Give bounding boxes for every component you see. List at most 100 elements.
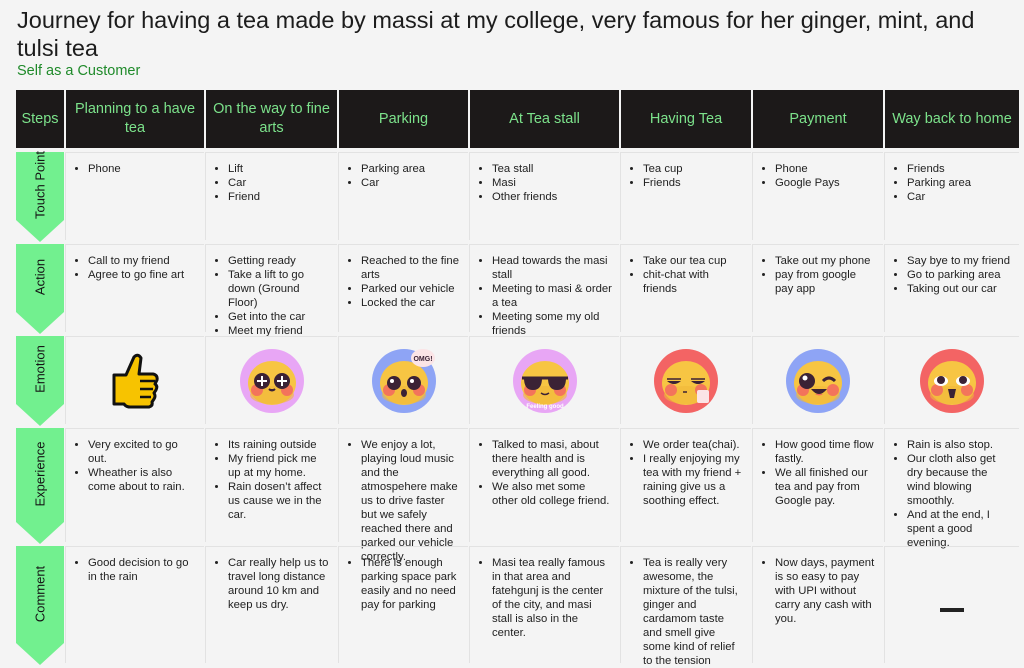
list-item: We all finished our tea and pay from Goo… bbox=[775, 466, 877, 508]
svg-text:Feeling good: Feeling good bbox=[526, 404, 564, 410]
comment-list: Tea is really very awesome, the mixture … bbox=[625, 556, 745, 668]
touch-point-cell: FriendsParking areaCar bbox=[884, 152, 1019, 240]
list-item: Meeting some my old friends bbox=[492, 310, 613, 338]
list-item: Taking out our car bbox=[907, 282, 1013, 296]
list-item: Friends bbox=[643, 176, 745, 190]
list-item: Parking area bbox=[907, 176, 1013, 190]
list-item: Friends bbox=[907, 162, 1013, 176]
comment-list: Good decision to go in the rain bbox=[70, 556, 198, 584]
list-item: Tea stall bbox=[492, 162, 613, 176]
experience-list: We order tea(chai).I really enjoying my … bbox=[625, 438, 745, 508]
row-label-text: Comment bbox=[32, 565, 48, 622]
touch-point-list: Phone bbox=[70, 162, 198, 176]
row-label-text: Emotion bbox=[32, 345, 48, 393]
row-label-comment: Comment bbox=[16, 546, 64, 663]
comment-cell: Car really help us to travel long distan… bbox=[205, 546, 337, 663]
list-item: My friend pick me up at my home. bbox=[228, 452, 331, 480]
list-item: Head towards the masi stall bbox=[492, 254, 613, 282]
emotion-cell bbox=[205, 336, 337, 424]
svg-text:OMG!: OMG! bbox=[413, 356, 432, 363]
steps-header: Steps bbox=[16, 90, 64, 148]
list-item: Lift bbox=[228, 162, 331, 176]
action-cell: Take our tea cupchit-chat with friends bbox=[620, 244, 751, 332]
journey-map-grid: Steps Planning to a have tea On the way … bbox=[16, 90, 1019, 667]
action-cell: Getting readyTake a lift to go down (Gro… bbox=[205, 244, 337, 337]
experience-list: Its raining outsideMy friend pick me up … bbox=[210, 438, 331, 522]
touch-point-cell: Parking areaCar bbox=[338, 152, 468, 240]
stage-header: On the way to fine arts bbox=[206, 90, 337, 148]
list-item: Car bbox=[907, 190, 1013, 204]
list-item: Phone bbox=[88, 162, 198, 176]
dash-mark bbox=[940, 608, 964, 612]
row-label-emotion: Emotion bbox=[16, 336, 64, 424]
row-label-action: Action bbox=[16, 244, 64, 332]
experience-cell: Talked to masi, about there health and i… bbox=[469, 428, 619, 542]
list-item: Phone bbox=[775, 162, 877, 176]
experience-cell: Rain is also stop.Our cloth also get dry… bbox=[884, 428, 1019, 549]
comment-list: Masi tea really famous in that area and … bbox=[474, 556, 613, 640]
list-item: Rain is also stop. bbox=[907, 438, 1013, 452]
list-item: Parking area bbox=[361, 162, 462, 176]
emotion-cell: Feeling good bbox=[469, 336, 619, 424]
experience-cell: Very excited to go out.Wheather is also … bbox=[65, 428, 204, 542]
surprised-omg-emoji-icon: OMG! bbox=[371, 348, 436, 413]
list-item: Tea is really very awesome, the mixture … bbox=[643, 556, 745, 668]
star-eyes-emoji-icon bbox=[239, 348, 304, 413]
list-item: There is enough parking space park easil… bbox=[361, 556, 462, 612]
comment-list: There is enough parking space park easil… bbox=[343, 556, 462, 612]
sunglasses-emoji-icon: Feeling good bbox=[512, 348, 577, 413]
action-cell: Call to my friendAgree to go fine art bbox=[65, 244, 204, 332]
list-item: Rain dosen’t affect us cause we in the c… bbox=[228, 480, 331, 522]
touch-point-list: LiftCarFriend bbox=[210, 162, 331, 204]
list-item: We also met some other old college frien… bbox=[492, 480, 613, 508]
row-label-text: Action bbox=[32, 258, 48, 296]
row-label-touch-point: Touch Point bbox=[16, 151, 64, 240]
touch-point-list: Tea stallMasiOther friends bbox=[474, 162, 613, 204]
touch-point-cell: Phone bbox=[65, 152, 204, 240]
action-cell: Head towards the masi stallMeeting to ma… bbox=[469, 244, 619, 337]
list-item: Other friends bbox=[492, 190, 613, 204]
touch-point-list: PhoneGoogle Pays bbox=[757, 162, 877, 190]
emotion-cell bbox=[65, 336, 204, 424]
action-cell: Take out my phonepay from google pay app bbox=[752, 244, 883, 332]
list-item: Good decision to go in the rain bbox=[88, 556, 198, 584]
list-item: Call to my friend bbox=[88, 254, 198, 268]
row-label-experience: Experience bbox=[16, 428, 64, 542]
comment-cell: Good decision to go in the rain bbox=[65, 546, 204, 663]
page-title: Journey for having a tea made by massi a… bbox=[17, 7, 975, 61]
list-item: Talked to masi, about there health and i… bbox=[492, 438, 613, 480]
emotion-cell bbox=[752, 336, 883, 424]
list-item: Car really help us to travel long distan… bbox=[228, 556, 331, 612]
stage-header: Parking bbox=[339, 90, 468, 148]
emotion-cell bbox=[620, 336, 751, 424]
experience-list: Talked to masi, about there health and i… bbox=[474, 438, 613, 508]
list-item: Get into the car bbox=[228, 310, 331, 324]
stage-header: At Tea stall bbox=[470, 90, 619, 148]
comment-cell: Tea is really very awesome, the mixture … bbox=[620, 546, 751, 667]
experience-cell: We enjoy a lot, playing loud music and t… bbox=[338, 428, 468, 563]
touch-point-cell: Tea cupFriends bbox=[620, 152, 751, 240]
excited-emoji-icon bbox=[920, 348, 984, 413]
comment-cell: There is enough parking space park easil… bbox=[338, 546, 468, 663]
list-item: Take a lift to go down (Ground Floor) bbox=[228, 268, 331, 310]
empty-comment-cell bbox=[884, 546, 1019, 663]
thumbs-up-icon bbox=[112, 353, 159, 408]
emotion-cell: OMG! bbox=[338, 336, 468, 424]
stage-header: Way back to home bbox=[885, 90, 1019, 148]
comment-list: Car really help us to travel long distan… bbox=[210, 556, 331, 612]
comment-cell: Now days, payment is so easy to pay with… bbox=[752, 546, 883, 663]
list-item: Take our tea cup bbox=[643, 254, 745, 268]
experience-list: How good time flow fastly.We all finishe… bbox=[757, 438, 877, 508]
emotion-cell bbox=[884, 336, 1019, 424]
action-list: Call to my friendAgree to go fine art bbox=[70, 254, 198, 282]
list-item: How good time flow fastly. bbox=[775, 438, 877, 466]
touch-point-cell: PhoneGoogle Pays bbox=[752, 152, 883, 240]
list-item: Very excited to go out. bbox=[88, 438, 198, 466]
list-item: Friend bbox=[228, 190, 331, 204]
experience-cell: How good time flow fastly.We all finishe… bbox=[752, 428, 883, 542]
list-item: Go to parking area bbox=[907, 268, 1013, 282]
action-list: Getting readyTake a lift to go down (Gro… bbox=[210, 254, 331, 338]
experience-cell: Its raining outsideMy friend pick me up … bbox=[205, 428, 337, 542]
comment-cell: Masi tea really famous in that area and … bbox=[469, 546, 619, 663]
list-item: Say bye to my friend bbox=[907, 254, 1013, 268]
